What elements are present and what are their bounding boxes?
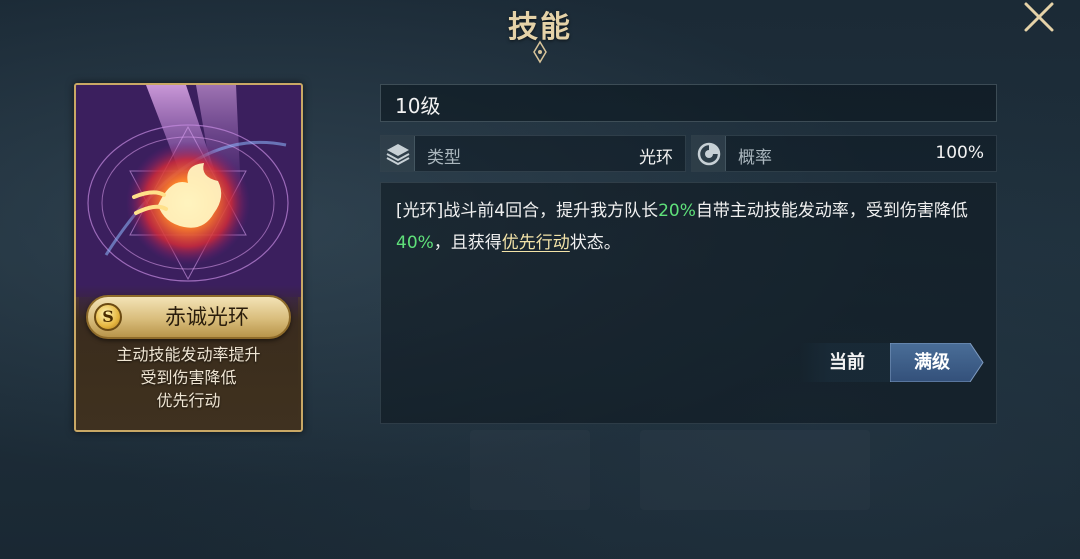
- desc-text: ，且获得: [433, 233, 502, 253]
- skill-effects-list: 主动技能发动率提升 受到伤害降低 优先行动: [76, 343, 301, 412]
- skill-effect: 优先行动: [156, 391, 221, 410]
- desc-value-highlight: 40%: [396, 233, 434, 253]
- desc-text: 自带主动技能发动率，受到伤害降低: [695, 201, 968, 221]
- stat-value: 光环: [639, 148, 673, 168]
- tab-label: 满级: [914, 352, 950, 373]
- close-button[interactable]: [1020, 0, 1056, 36]
- level-display: 10级: [380, 84, 997, 122]
- tab-max-level[interactable]: 满级: [890, 343, 984, 382]
- skill-effect: 主动技能发动率提升: [116, 345, 261, 364]
- desc-text: [光环]战斗前4回合，提升我方队长: [396, 201, 659, 221]
- stat-value: 100%: [935, 143, 984, 163]
- pie-chart-icon: [692, 136, 726, 171]
- skill-name: 赤诚光环: [165, 305, 249, 329]
- skill-description-panel: [光环]战斗前4回合，提升我方队长20%自带主动技能发动率，受到伤害降低 40%，…: [380, 182, 997, 424]
- desc-text: 状态。: [569, 233, 621, 253]
- grade-badge: S: [94, 303, 122, 331]
- stat-probability: 概率 100%: [691, 135, 997, 172]
- stat-label: 类型: [427, 148, 461, 168]
- background-panel: [640, 430, 870, 510]
- skill-name-plate: S 赤诚光环: [86, 295, 291, 339]
- skill-description: [光环]战斗前4回合，提升我方队长20%自带主动技能发动率，受到伤害降低 40%，…: [396, 195, 986, 259]
- layers-icon: [381, 136, 415, 171]
- stat-type: 类型 光环: [380, 135, 686, 172]
- desc-value-highlight: 20%: [658, 201, 696, 221]
- level-label: 10级: [395, 94, 441, 118]
- skill-card: S 赤诚光环 主动技能发动率提升 受到伤害降低 优先行动: [74, 83, 303, 432]
- keyword-link[interactable]: 优先行动: [502, 233, 570, 253]
- flame-aura-emblem-icon: [76, 85, 301, 297]
- background-panel: [470, 430, 590, 510]
- tab-current-level[interactable]: 当前: [800, 343, 894, 382]
- stat-label: 概率: [738, 148, 772, 168]
- close-x-icon: [1024, 2, 1054, 32]
- skill-effect: 受到伤害降低: [140, 368, 237, 387]
- title-divider: [90, 40, 990, 64]
